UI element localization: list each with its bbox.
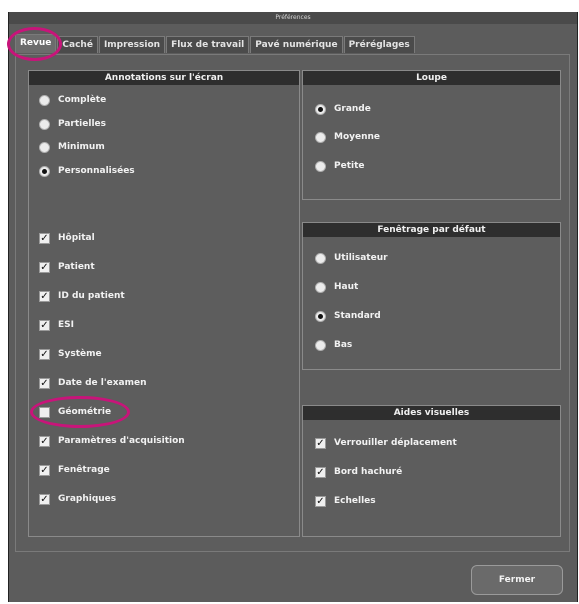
radio-label: Moyenne xyxy=(334,132,381,142)
radio-standard[interactable]: Standard xyxy=(315,309,381,323)
checkbox-parametres-acquisition[interactable]: ✓ Paramètres d'acquisition xyxy=(39,434,185,448)
loupe-header: Loupe xyxy=(303,71,560,85)
radio-haut[interactable]: Haut xyxy=(315,280,358,294)
checkbox-esi[interactable]: ✓ ESI xyxy=(39,318,74,332)
checkbox-label: Patient xyxy=(58,262,95,272)
tab-impression[interactable]: Impression xyxy=(98,36,166,53)
tab-preglages[interactable]: Préréglages xyxy=(343,36,415,53)
radio-complete[interactable]: Complète xyxy=(39,93,106,107)
window-titlebar[interactable]: Préférences xyxy=(9,12,577,24)
checkbox-label: Hôpital xyxy=(58,233,95,243)
checkbox-label: Verrouiller déplacement xyxy=(334,438,457,448)
radio-button[interactable] xyxy=(315,281,326,293)
tab-bar: Revue Caché Impression Flux de travail P… xyxy=(15,34,416,54)
radio-label: Personnalisées xyxy=(58,166,135,176)
radio-button[interactable] xyxy=(39,165,50,177)
radio-minimum[interactable]: Minimum xyxy=(39,140,105,154)
checkbox-label: Graphiques xyxy=(58,494,117,504)
checkbox-hopital[interactable]: ✓ Hôpital xyxy=(39,231,95,245)
radio-label: Partielles xyxy=(58,119,106,129)
fenetrage-panel: Fenêtrage par défaut Utilisateur Haut St… xyxy=(302,222,561,370)
checkbox[interactable]: ✓ xyxy=(39,435,50,447)
checkbox-id-patient[interactable]: ✓ ID du patient xyxy=(39,289,125,303)
annotations-header: Annotations sur l'écran xyxy=(29,71,299,85)
tab-content: Annotations sur l'écran Complète Partiel… xyxy=(15,54,570,552)
tab-flux-de-travail[interactable]: Flux de travail xyxy=(166,36,250,53)
checkbox[interactable]: ✓ xyxy=(39,493,50,505)
annotations-panel: Annotations sur l'écran Complète Partiel… xyxy=(28,70,300,537)
checkbox-echelles[interactable]: ✓ Echelles xyxy=(315,494,376,508)
checkbox-label: Système xyxy=(58,349,102,359)
checkbox-label: Géométrie xyxy=(58,407,112,417)
checkbox-systeme[interactable]: ✓ Système xyxy=(39,347,102,361)
checkbox-label: ID du patient xyxy=(58,291,125,301)
radio-personnalisees[interactable]: Personnalisées xyxy=(39,164,135,178)
checkbox[interactable]: ✓ xyxy=(39,377,50,389)
checkbox[interactable]: ✓ xyxy=(315,466,326,478)
radio-button[interactable] xyxy=(39,94,50,106)
checkbox[interactable]: ✓ xyxy=(39,319,50,331)
radio-grande[interactable]: Grande xyxy=(315,102,371,116)
radio-button[interactable] xyxy=(315,310,326,322)
checkbox[interactable]: ✓ xyxy=(39,464,50,476)
checkbox-label: Date de l'examen xyxy=(58,378,147,388)
radio-petite[interactable]: Petite xyxy=(315,159,365,173)
checkbox-date-examen[interactable]: ✓ Date de l'examen xyxy=(39,376,146,390)
radio-label: Bas xyxy=(334,340,353,350)
radio-button[interactable] xyxy=(315,103,326,115)
aides-panel: Aides visuelles ✓ Verrouiller déplacemen… xyxy=(302,405,561,537)
radio-button[interactable] xyxy=(315,339,326,351)
radio-label: Petite xyxy=(334,161,365,171)
checkbox[interactable]: ✓ xyxy=(315,495,326,507)
checkbox-label: Bord hachuré xyxy=(334,467,403,477)
radio-button[interactable] xyxy=(315,131,326,143)
radio-label: Grande xyxy=(334,104,371,114)
checkbox-verrouiller[interactable]: ✓ Verrouiller déplacement xyxy=(315,436,457,450)
checkbox-graphiques[interactable]: ✓ Graphiques xyxy=(39,492,116,506)
preferences-window: Préférences Revue Caché Impression Flux … xyxy=(8,12,578,602)
checkbox-geometrie[interactable]: Géométrie xyxy=(39,405,111,419)
radio-label: Complète xyxy=(58,95,107,105)
checkbox[interactable]: ✓ xyxy=(39,261,50,273)
close-button[interactable]: Fermer xyxy=(471,565,563,595)
checkbox-label: Paramètres d'acquisition xyxy=(58,436,185,446)
checkbox[interactable]: ✓ xyxy=(39,290,50,302)
radio-label: Haut xyxy=(334,282,359,292)
window-title: Préférences xyxy=(275,14,311,21)
tab-cache[interactable]: Caché xyxy=(57,36,98,53)
radio-partielles[interactable]: Partielles xyxy=(39,117,106,131)
aides-header: Aides visuelles xyxy=(303,406,560,420)
radio-label: Standard xyxy=(334,311,381,321)
radio-utilisateur[interactable]: Utilisateur xyxy=(315,251,388,265)
radio-bas[interactable]: Bas xyxy=(315,338,352,352)
radio-label: Minimum xyxy=(58,142,105,152)
radio-button[interactable] xyxy=(315,252,326,264)
tab-pave-numerique[interactable]: Pavé numérique xyxy=(250,36,343,53)
radio-button[interactable] xyxy=(39,118,50,130)
radio-label: Utilisateur xyxy=(334,253,388,263)
checkbox-patient[interactable]: ✓ Patient xyxy=(39,260,95,274)
checkbox[interactable]: ✓ xyxy=(39,348,50,360)
fenetrage-header: Fenêtrage par défaut xyxy=(303,223,560,237)
checkbox-bord-hachure[interactable]: ✓ Bord hachuré xyxy=(315,465,402,479)
loupe-panel: Loupe Grande Moyenne Petite xyxy=(302,70,561,200)
tab-revue[interactable]: Revue xyxy=(15,34,57,53)
checkbox[interactable]: ✓ xyxy=(39,232,50,244)
checkbox-label: Echelles xyxy=(334,496,376,506)
radio-button[interactable] xyxy=(39,141,50,153)
checkbox-label: Fenêtrage xyxy=(58,465,110,475)
checkbox-label: ESI xyxy=(58,320,74,330)
checkbox[interactable]: ✓ xyxy=(315,437,326,449)
radio-moyenne[interactable]: Moyenne xyxy=(315,130,380,144)
checkbox[interactable] xyxy=(39,406,50,418)
checkbox-fenetrage[interactable]: ✓ Fenêtrage xyxy=(39,463,110,477)
radio-button[interactable] xyxy=(315,160,326,172)
